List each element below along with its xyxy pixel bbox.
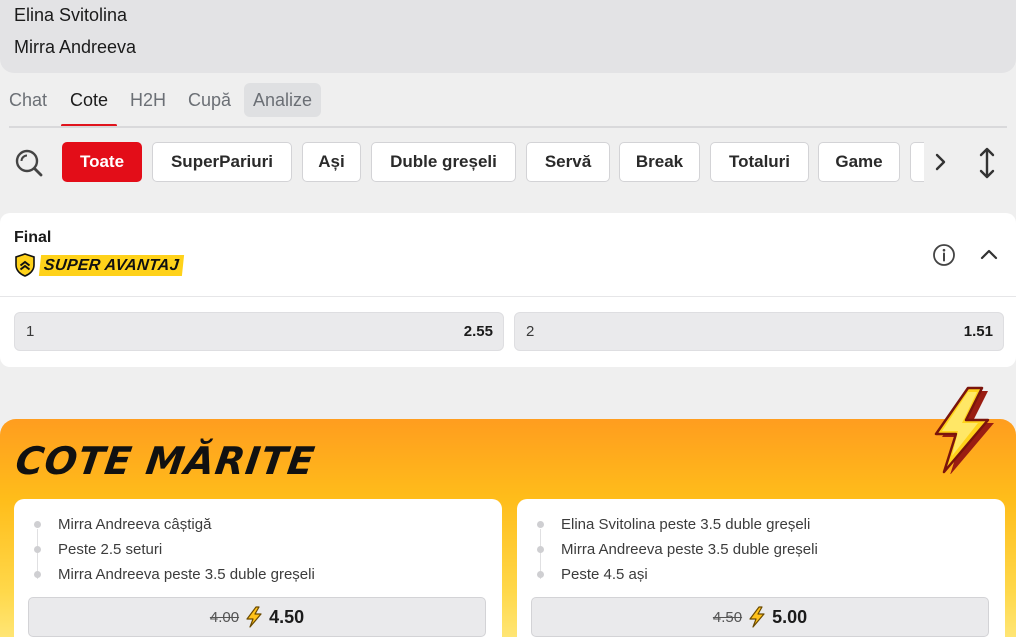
boosted-odd: 4.50 [269,606,305,627]
lightning-bolt-icon [934,386,994,474]
search-icon[interactable] [14,148,44,178]
boosted-odd: 5.00 [772,606,808,627]
badge-label: SUPER AVANTAJ [38,254,184,276]
old-odd: 4.00 [209,608,240,626]
lightning-bolt-icon [246,606,262,628]
boosted-odds-title: COTE MĂRITE [12,439,318,483]
odd-button-1[interactable]: 1 2.55 [14,312,504,351]
odd-button-2[interactable]: 2 1.51 [514,312,1004,351]
market-title: Final [14,229,52,246]
market-card-final: Final SUPER AVANTAJ 1 2.55 2 1.51 [0,213,1016,367]
super-avantaj-badge: SUPER AVANTAJ [14,253,184,277]
leg-bullet [537,571,544,578]
boosted-bet-card-1: Mirra Andreeva câștigă Peste 2.5 seturi … [14,499,502,637]
boosted-bet-card-2: Elina Svitolina peste 3.5 duble greșeli … [517,499,1005,637]
bet-leg: Mirra Andreeva peste 3.5 duble greșeli [561,541,818,558]
card-divider [0,296,1016,297]
tab-chat[interactable]: Chat [0,83,56,117]
sort-arrows-icon[interactable] [974,146,1000,180]
chip-asi[interactable]: Ași [302,142,361,182]
player-2-name: Mirra Andreeva [14,37,137,57]
outcome-odd: 1.51 [963,323,993,340]
chip-duble-greseli[interactable]: Duble greșeli [371,142,516,182]
tab-bar: Chat Cote H2H Cupă Analize [0,83,1016,129]
bet-leg: Peste 4.5 ași [561,566,648,583]
chip-break[interactable]: Break [619,142,700,182]
bet-leg: Elina Svitolina peste 3.5 duble greșeli [561,516,811,533]
chevron-up-icon[interactable] [978,245,1000,265]
boosted-odd-button-2[interactable]: 4.50 5.00 [531,597,989,637]
shield-chevron-icon [15,253,35,277]
old-odd: 4.50 [712,608,743,626]
outcome-label: 1 [26,323,35,340]
chip-serva[interactable]: Servă [526,142,610,182]
boosted-odd-button-1[interactable]: 4.00 4.50 [28,597,486,637]
outcome-label: 2 [526,323,535,340]
chip-totaluri[interactable]: Totaluri [710,142,809,182]
chevron-right-icon[interactable] [928,150,952,174]
info-icon[interactable] [932,243,956,267]
bet-leg: Mirra Andreeva peste 3.5 duble greșeli [58,566,315,583]
leg-bullet [34,521,41,528]
outcome-odd: 2.55 [463,323,493,340]
chip-toate[interactable]: Toate [62,142,142,182]
match-header: Elina Svitolina Mirra Andreeva [0,0,1016,73]
chip-game[interactable]: Game [818,142,900,182]
chip-superpariuri[interactable]: SuperPariuri [152,142,292,182]
player-1-name: Elina Svitolina [14,5,128,25]
bet-leg: Mirra Andreeva câștigă [58,516,212,533]
tab-analize[interactable]: Analize [244,83,322,117]
leg-bullet [537,546,544,553]
leg-bullet [537,521,544,528]
lightning-bolt-icon [749,606,765,628]
tab-cote[interactable]: Cote [61,83,118,127]
market-filter-bar: Toate SuperPariuri Ași Duble greșeli Ser… [0,140,1016,186]
chip-overflow[interactable] [910,142,924,182]
bet-leg: Peste 2.5 seturi [58,541,163,558]
tabs-divider [9,126,1007,128]
tab-h2h[interactable]: H2H [121,83,175,117]
tab-cupa[interactable]: Cupă [179,83,240,117]
leg-bullet [34,571,41,578]
leg-bullet [34,546,41,553]
